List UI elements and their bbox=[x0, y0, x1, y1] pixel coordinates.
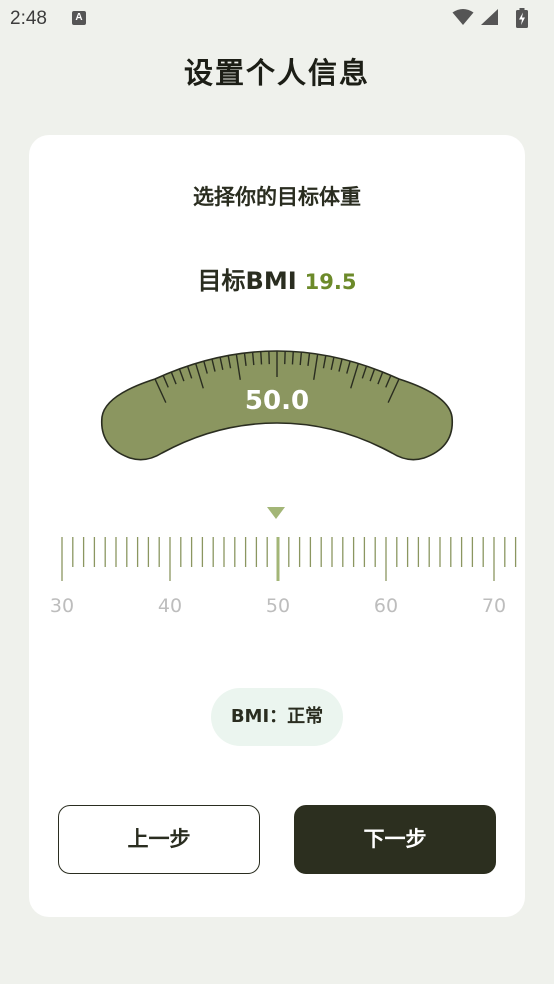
ruler-labels: 30 40 50 60 70 bbox=[50, 595, 506, 617]
ruler-label: 30 bbox=[50, 595, 74, 617]
wifi-icon bbox=[452, 9, 474, 25]
bmi-status-badge: BMI：正常 bbox=[211, 688, 343, 746]
next-step-button[interactable]: 下一步 bbox=[294, 805, 496, 874]
notification-a-icon: A bbox=[72, 11, 86, 25]
target-bmi-row: 目标BMI 19.5 bbox=[29, 261, 525, 296]
status-icons bbox=[452, 8, 542, 28]
status-bar: 2:48 A bbox=[0, 0, 554, 36]
target-bmi-value: 19.5 bbox=[304, 270, 357, 294]
ruler-label: 40 bbox=[158, 595, 182, 617]
card-subtitle: 选择你的目标体重 bbox=[193, 185, 361, 209]
page-title: 设置个人信息 bbox=[183, 56, 370, 90]
scale-illustration: 50.0 bbox=[100, 350, 454, 461]
battery-icon bbox=[516, 8, 528, 28]
ruler-label: 70 bbox=[482, 595, 506, 617]
ruler-label: 50 bbox=[266, 595, 290, 617]
weight-ruler[interactable]: 30 40 50 60 70 bbox=[29, 500, 525, 620]
ruler-ticks bbox=[61, 537, 517, 581]
weight-display: 50.0 bbox=[245, 386, 309, 416]
target-weight-card: 选择你的目标体重 目标BMI 19.5 50.0 30 40 50 60 70 BMI：正… bbox=[29, 135, 525, 917]
scale-tick bbox=[291, 351, 294, 365]
status-time: 2:48 bbox=[10, 8, 47, 29]
ruler-pointer-icon bbox=[267, 507, 285, 519]
signal-icon bbox=[481, 9, 498, 25]
scale-tick bbox=[260, 351, 263, 365]
prev-step-button[interactable]: 上一步 bbox=[58, 805, 260, 874]
ruler-label: 60 bbox=[374, 595, 398, 617]
target-bmi-label: 目标BMI bbox=[197, 267, 297, 295]
